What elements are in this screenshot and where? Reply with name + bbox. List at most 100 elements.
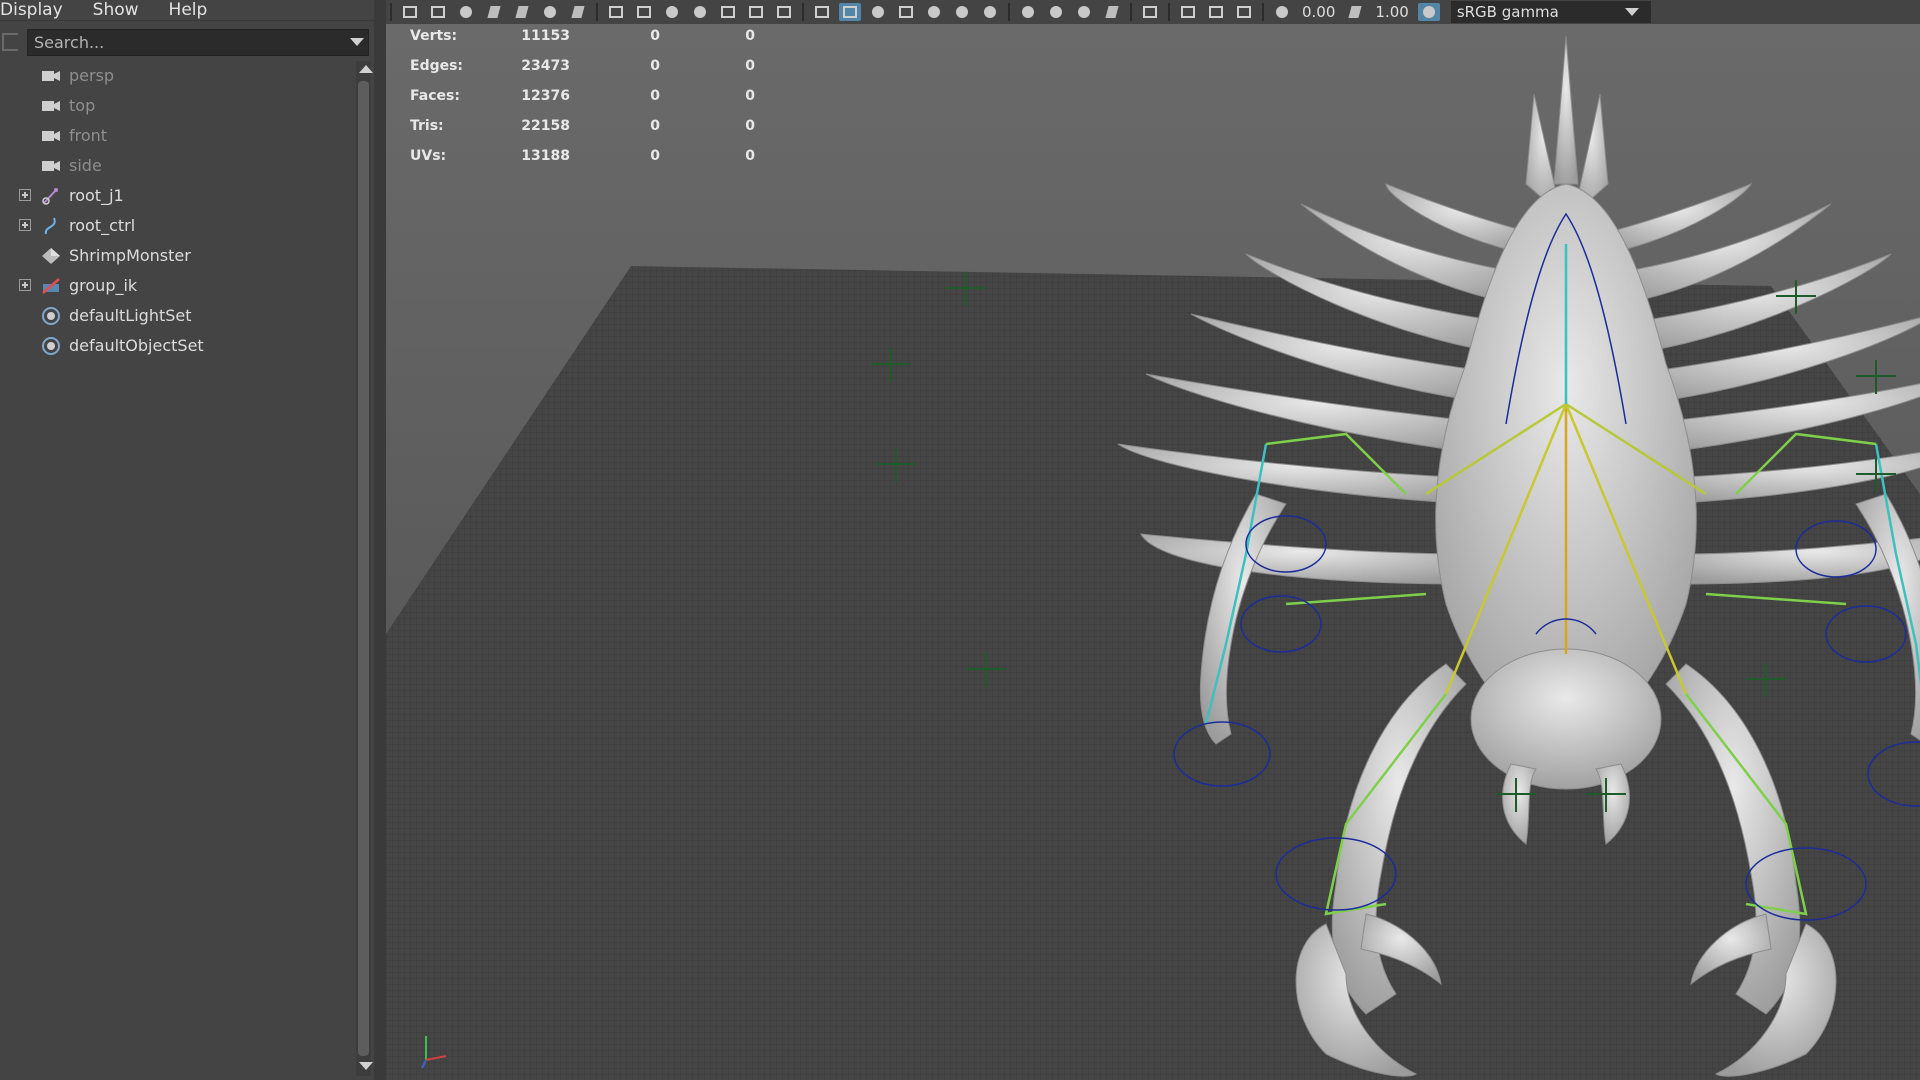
- expand-toggle[interactable]: [19, 189, 31, 201]
- axis-gizmo-icon: [421, 1036, 447, 1069]
- xray-joints-icon[interactable]: [1177, 3, 1199, 21]
- set-icon: [42, 307, 60, 325]
- select-camera-icon[interactable]: [399, 3, 421, 21]
- hud-row: Tris: 22158 0 0: [410, 118, 810, 148]
- color-space-value: sRGB gamma: [1456, 3, 1559, 21]
- gamma-icon[interactable]: [1344, 3, 1366, 21]
- toolbar-separator: [1168, 3, 1170, 21]
- gamma-value[interactable]: 1.00: [1375, 3, 1408, 21]
- 2d-pan-zoom-icon[interactable]: [539, 3, 561, 21]
- outliner-item-top[interactable]: top: [0, 91, 356, 121]
- grid-icon[interactable]: [605, 3, 627, 21]
- joint-icon: [42, 188, 58, 205]
- color-management-icon[interactable]: [1417, 3, 1440, 21]
- chevron-down-icon: [1624, 8, 1639, 16]
- expand-toggle[interactable]: [19, 279, 31, 291]
- hud-value-selected: 0: [650, 148, 660, 164]
- depth-of-field-icon[interactable]: [1101, 3, 1123, 21]
- camera-lock-icon[interactable]: [455, 3, 477, 21]
- resolution-gate-icon[interactable]: [661, 3, 683, 21]
- image-plane-icon[interactable]: [511, 3, 533, 21]
- textured-icon[interactable]: [895, 3, 917, 21]
- scroll-down-arrow-icon[interactable]: [359, 1062, 373, 1070]
- viewport-toolbar: 0.00 1.00 sRGB gamma: [386, 0, 1920, 24]
- filter-icon[interactable]: [2, 33, 18, 51]
- toolbar-separator: [1008, 3, 1010, 21]
- toolbar-separator: [1262, 3, 1264, 21]
- outliner-scrollbar[interactable]: [356, 61, 373, 1076]
- hud-row: Verts: 11153 0 0: [410, 28, 810, 58]
- outliner-item-defaultlightset[interactable]: defaultLightSet: [0, 301, 356, 331]
- multisample-aa-icon[interactable]: [1073, 3, 1095, 21]
- hud-label: UVs:: [410, 148, 447, 164]
- toolbar-separator: [1130, 3, 1132, 21]
- camera-icon: [42, 161, 60, 171]
- toolbar-separator: [802, 3, 804, 21]
- chevron-down-icon[interactable]: [350, 38, 364, 46]
- hud-row: Edges: 23473 0 0: [410, 58, 810, 88]
- safe-title-icon[interactable]: [773, 3, 795, 21]
- search-row: [0, 29, 374, 57]
- outliner-item-root-j1[interactable]: root_j1: [0, 181, 356, 211]
- hud-value-selected-component: 0: [745, 28, 755, 44]
- outliner-item-group-ik[interactable]: group_ik: [0, 271, 356, 301]
- field-chart-icon[interactable]: [717, 3, 739, 21]
- outliner-item-persp[interactable]: persp: [0, 61, 356, 91]
- outliner-item-defaultobjectset[interactable]: defaultObjectSet: [0, 331, 356, 361]
- outliner-item-label: defaultLightSet: [69, 306, 192, 325]
- exposure-icon[interactable]: [1271, 3, 1293, 21]
- outliner-item-root-ctrl[interactable]: root_ctrl: [0, 211, 356, 241]
- scroll-thumb[interactable]: [358, 81, 369, 1056]
- hud-value-selected-component: 0: [745, 58, 755, 74]
- smooth-shade-icon[interactable]: [839, 3, 861, 21]
- scene-render[interactable]: [386, 24, 1920, 1080]
- backface-culling-icon[interactable]: [1233, 3, 1255, 21]
- isolate-select-icon[interactable]: [1139, 3, 1161, 21]
- panel-splitter[interactable]: [374, 0, 386, 1080]
- motion-blur-icon[interactable]: [1045, 3, 1067, 21]
- hud-label: Verts:: [410, 28, 458, 44]
- screen-space-ao-icon[interactable]: [1017, 3, 1039, 21]
- search-input[interactable]: [27, 29, 369, 56]
- 3d-viewport[interactable]: 0.00 1.00 sRGB gamma Verts: 11153 0 0 Ed…: [386, 0, 1920, 1080]
- scroll-up-arrow-icon[interactable]: [359, 65, 373, 73]
- wireframe-on-shaded-icon[interactable]: [867, 3, 889, 21]
- xray-active-components-icon[interactable]: [1205, 3, 1227, 21]
- curve-icon: [44, 217, 56, 235]
- hud-value-selected: 0: [650, 58, 660, 74]
- gate-mask-icon[interactable]: [689, 3, 711, 21]
- menu-display[interactable]: Display: [0, 0, 63, 20]
- toolbar-separator: [390, 3, 392, 21]
- grease-pencil-icon[interactable]: [567, 3, 589, 21]
- safe-action-icon[interactable]: [745, 3, 767, 21]
- outliner-item-shrimpmonster[interactable]: ShrimpMonster: [0, 241, 356, 271]
- bookmark-icon[interactable]: [483, 3, 505, 21]
- hud-value-scene: 22158: [521, 118, 570, 134]
- camera-icon: [42, 71, 60, 81]
- hud-value-scene: 23473: [521, 58, 570, 74]
- wireframe-icon[interactable]: [811, 3, 833, 21]
- toolbar-separator: [596, 3, 598, 21]
- expand-toggle[interactable]: [19, 219, 31, 231]
- camera-attributes-icon[interactable]: [427, 3, 449, 21]
- use-all-lights-icon[interactable]: [951, 3, 973, 21]
- outliner-item-label: defaultObjectSet: [69, 336, 204, 355]
- hud-label: Tris:: [410, 118, 444, 134]
- menu-show[interactable]: Show: [93, 0, 139, 20]
- outliner-item-label: ShrimpMonster: [69, 246, 191, 265]
- exposure-value[interactable]: 0.00: [1302, 3, 1335, 21]
- x-ray-icon[interactable]: [923, 3, 945, 21]
- outliner-item-side[interactable]: side: [0, 151, 356, 181]
- film-gate-icon[interactable]: [633, 3, 655, 21]
- shadows-icon[interactable]: [979, 3, 1001, 21]
- hud-value-scene: 12376: [521, 88, 570, 104]
- outliner-item-label: persp: [69, 66, 115, 85]
- camera-icon: [42, 131, 60, 141]
- color-space-dropdown[interactable]: sRGB gamma: [1450, 1, 1651, 23]
- poly-count-hud: Verts: 11153 0 0 Edges: 23473 0 0 Faces: 12376 0 0 T…: [410, 28, 810, 178]
- outliner-item-label: front: [69, 126, 108, 145]
- outliner-item-front[interactable]: front: [0, 121, 356, 151]
- menu-help[interactable]: Help: [169, 0, 208, 20]
- hud-row: Faces: 12376 0 0: [410, 88, 810, 118]
- hud-value-scene: 13188: [521, 148, 570, 164]
